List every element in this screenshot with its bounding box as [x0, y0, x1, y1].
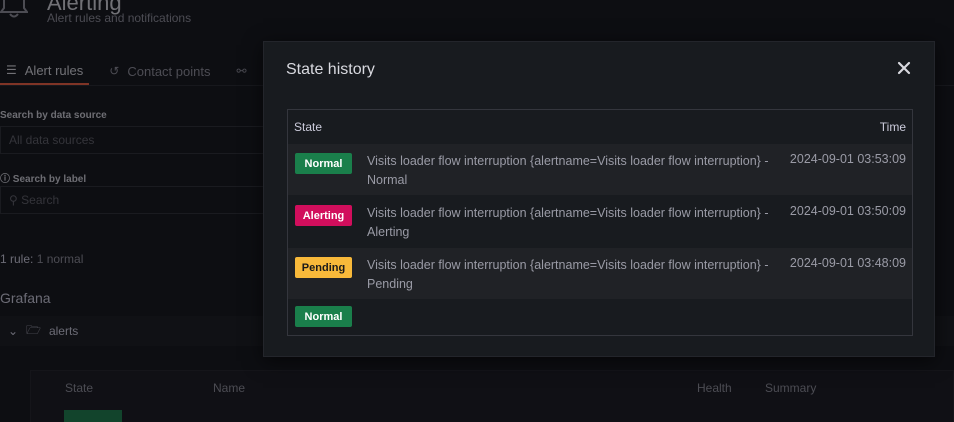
state-history-table: State Time Normal Visits loader flow int…: [287, 109, 913, 336]
history-time: 2024-09-01 03:53:09: [789, 152, 906, 166]
table-row: Normal Visits loader flow interruption {…: [288, 143, 912, 195]
col-state-header: State: [294, 120, 323, 134]
history-time: 2024-09-01 03:48:09: [789, 256, 906, 270]
history-text: Visits loader flow interruption {alertna…: [367, 206, 769, 239]
history-time: 2024-09-01 03:50:09: [789, 204, 906, 218]
state-badge-normal: Normal: [295, 153, 352, 174]
table-row: Alerting Visits loader flow interruption…: [288, 195, 912, 247]
close-icon[interactable]: [896, 59, 912, 77]
table-row: Pending Visits loader flow interruption …: [288, 247, 912, 299]
state-badge-alerting: Alerting: [295, 205, 352, 226]
col-time-header: Time: [879, 120, 906, 134]
history-text: Visits loader flow interruption {alertna…: [367, 154, 769, 187]
state-history-header: State Time: [288, 110, 912, 143]
history-text: Visits loader flow interruption {alertna…: [367, 258, 769, 291]
state-badge-normal: Normal: [295, 306, 352, 327]
table-row: Normal: [288, 299, 912, 333]
state-history-modal: State history State Time Normal Visits l…: [263, 41, 935, 357]
state-badge-pending: Pending: [295, 257, 352, 278]
modal-title: State history: [286, 61, 375, 78]
